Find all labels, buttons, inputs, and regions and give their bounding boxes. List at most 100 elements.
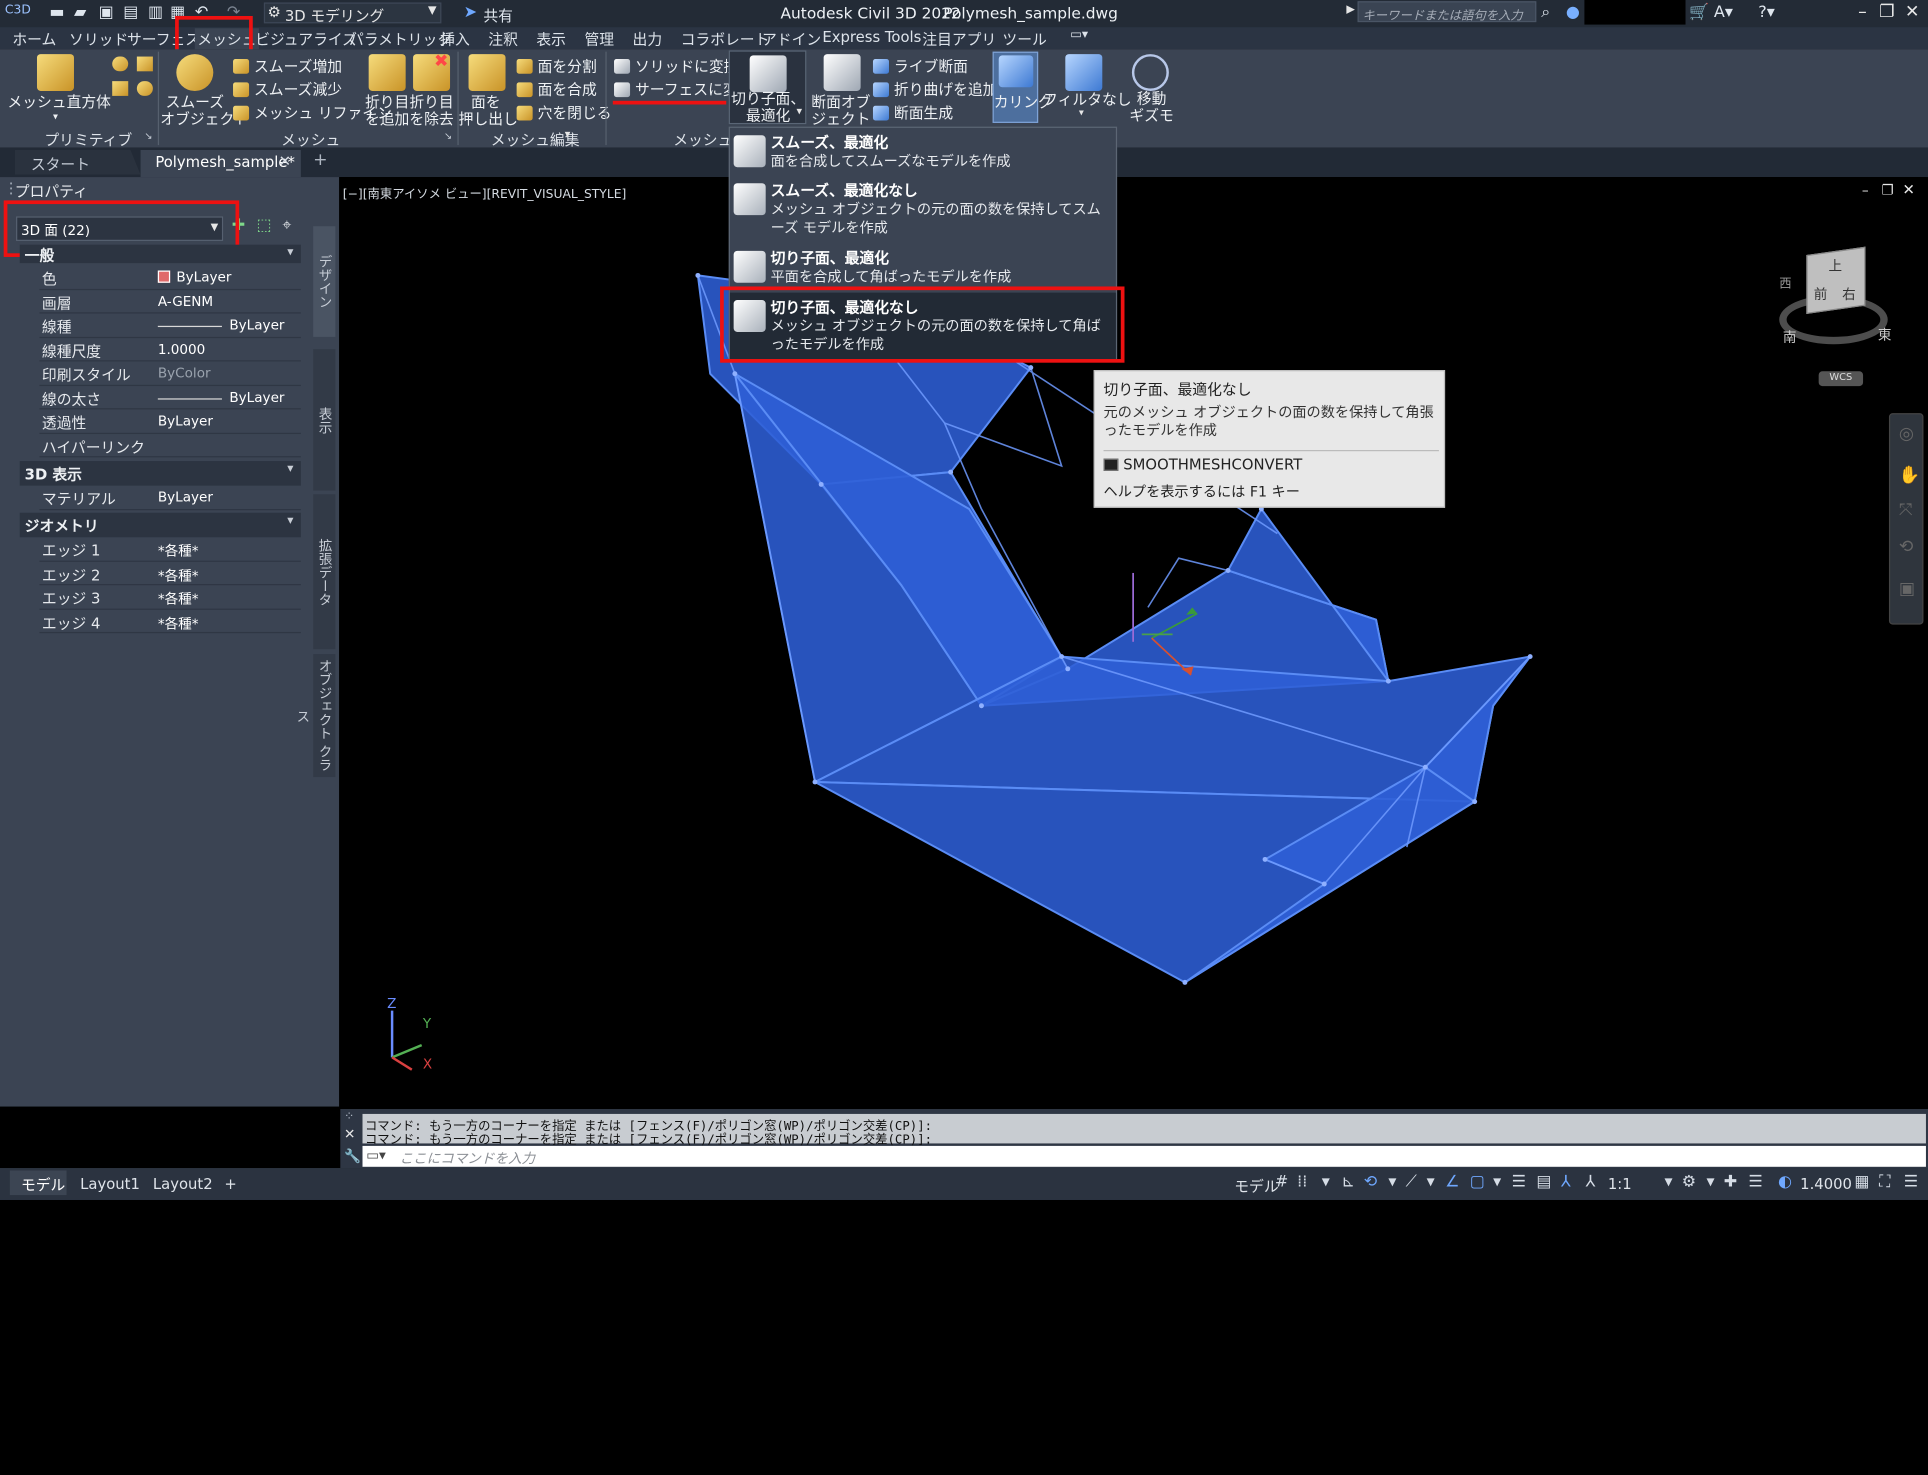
chevron-down-icon[interactable]: ▾ [1665,1173,1673,1191]
customize-icon[interactable]: 🔧 [344,1148,361,1164]
search-input[interactable]: キーワードまたは語句を入力 [1357,1,1537,23]
grip-icon[interactable]: ⁘ [344,1110,354,1124]
customize-menu-icon[interactable]: ☰ [1904,1173,1918,1191]
help-icon[interactable]: ?▾ [1758,4,1775,24]
prop-row-linetype[interactable]: 線種 ByLayer [39,314,301,338]
showmotion-icon[interactable]: ▣ [1899,579,1915,599]
fullscreen-icon[interactable]: ⛶ [1879,1173,1890,1191]
viewcube-top-label[interactable]: 上 [1829,256,1843,276]
side-tab-display[interactable]: 表示 [313,349,336,491]
prop-row-material[interactable]: マテリアル ByLayer [39,486,301,510]
section-plane-icon[interactable] [823,54,861,91]
ortho-icon[interactable]: ⊾ [1342,1173,1355,1191]
faceted-optimized-split-button[interactable]: 切り子面、 最適化 ▾ [728,50,807,125]
tab-insert[interactable]: 挿入 [438,28,473,49]
orbit-icon[interactable]: ⟲ [1899,537,1913,557]
filter-icon[interactable] [1065,54,1103,91]
tab-express-tools[interactable]: Express Tools [820,28,924,49]
drawing-viewport[interactable]: [−][南東アイソメ ビュー][REVIT_VISUAL_STYLE] – ❐ … [340,177,1926,1110]
autodesk-a-icon[interactable]: A▾ [1714,4,1733,24]
chevron-down-icon[interactable]: ▾ [565,129,571,141]
add-layout-icon[interactable]: + [224,1175,236,1192]
convert-to-solid-button[interactable]: ソリッドに変換 [614,55,739,76]
prop-row-color[interactable]: 色 ByLayer [39,266,301,290]
chevron-down-icon[interactable]: ▾ [1388,1173,1396,1191]
tab-manage[interactable]: 管理 [582,28,617,49]
save-as-icon[interactable]: ▤ [123,4,138,24]
ribbon-options-icon[interactable]: ▭▾ [1068,28,1091,49]
smooth-object-button[interactable]: スムーズ オブジェクト [160,93,249,127]
tab-layout2[interactable]: Layout2 [153,1175,213,1192]
tab-addins[interactable]: アドイン [760,28,824,49]
tab-view[interactable]: 表示 [534,28,569,49]
viewcube-east-label[interactable]: 東 [1878,325,1892,345]
viewcube-south-label[interactable]: 南 [1783,327,1797,347]
extrude-face-icon[interactable] [468,54,506,91]
user-icon[interactable]: ● [1566,4,1580,24]
section-general[interactable]: 一般 ▾ [19,244,301,264]
side-tab-extended-data[interactable]: 拡張データ [313,494,336,650]
units-icon[interactable]: ☰ [1748,1173,1762,1191]
menu-item-smooth-optimized[interactable]: スムーズ、最適化 面を合成してスムーズなモデルを作成 [730,128,1116,175]
prop-row-edge-1[interactable]: エッジ 1 *各種* [39,537,301,562]
prop-row-edge-2[interactable]: エッジ 2 *各種* [39,561,301,586]
new-tab-icon[interactable]: + [313,150,327,170]
tab-featured-apps[interactable]: 注目アプリ [920,28,999,49]
extrude-face-button[interactable]: 面を 押し出し [459,93,518,127]
object-snap-tracking-icon[interactable]: ∠ [1445,1173,1459,1191]
export-icon[interactable]: ▥ [148,4,163,24]
app-logo[interactable]: C3D [5,4,31,24]
tab-model[interactable]: モデル [9,1170,67,1196]
quick-select-icon[interactable]: ⌖ [282,216,291,234]
auto-scale-icon[interactable]: ⅄ [1586,1173,1596,1191]
remove-crease-button[interactable]: 折り目 を除去 [404,93,458,127]
tab-collaborate[interactable]: コラボレート [678,28,772,49]
section-geometry[interactable]: ジオメトリ ▾ [19,512,301,538]
workspace-select[interactable]: ⚙ 3D モデリング ▼ [263,2,442,25]
prop-row-lineweight[interactable]: 線の太さ ByLayer [39,385,301,410]
prop-row-edge-4[interactable]: エッジ 4 *各種* [39,609,301,634]
mesh-box-icon[interactable] [36,54,74,91]
move-gizmo-icon[interactable] [1131,54,1169,91]
generate-section-button[interactable]: 断面生成 [872,102,953,123]
search-icon[interactable]: ⌕ [1541,4,1550,24]
side-tab-design[interactable]: デザイン [313,226,336,337]
restore-icon[interactable]: ❐ [1879,2,1894,22]
grid-icon[interactable]: # [1275,1173,1288,1191]
tab-start[interactable]: スタート [14,149,141,175]
workspace-gear-icon[interactable]: ⚙ [1682,1173,1696,1191]
panel-expand-icon[interactable]: ↘ [144,130,152,141]
prop-row-plot-style[interactable]: 印刷スタイル ByColor [39,361,301,386]
chevron-down-icon[interactable]: ▾ [1427,1173,1435,1191]
tab-visualize[interactable]: ビジュアライズ [253,28,360,49]
annotation-visibility-icon[interactable]: ⅄ [1561,1173,1571,1191]
share-label[interactable]: 共有 [483,5,513,25]
share-icon[interactable]: ➤ [464,4,477,24]
new-file-icon[interactable]: ▬ [49,4,64,24]
menu-item-faceted-optimized[interactable]: 切り子面、最適化 平面を合成して角ばったモデルを作成 [730,243,1116,290]
open-icon[interactable]: ▰ [74,4,86,24]
tab-home[interactable]: ホーム [10,28,59,49]
steering-wheel-icon[interactable]: ◎ [1899,424,1914,444]
filter-none-button[interactable]: フィルタなし [1043,91,1131,108]
side-tab-object-class[interactable]: オブジェクト クラス [295,654,336,778]
chevron-right-icon[interactable]: ▶ [1346,4,1355,16]
chevron-down-icon[interactable]: ▾ [1706,1173,1714,1191]
prop-row-hyperlink[interactable]: ハイパーリンク [39,433,301,458]
polar-icon[interactable]: ⟲ [1364,1173,1377,1191]
mesh-cylinder-icon[interactable] [136,56,153,72]
prop-row-edge-3[interactable]: エッジ 3 *各種* [39,585,301,610]
viewcube[interactable]: 上 前 右 南 東 西 [1777,239,1894,350]
section-plane-button[interactable]: 断面オブ ジェクト [809,93,873,127]
save-icon[interactable]: ▣ [99,4,114,24]
viewcube-front-label[interactable]: 前 [1814,284,1828,304]
tab-layout1[interactable]: Layout1 [80,1175,140,1192]
status-model-toggle[interactable]: モデル [1234,1175,1278,1196]
move-gizmo-button[interactable]: 移動 ギズモ [1124,90,1178,124]
live-section-button[interactable]: ライブ断面 [872,55,968,76]
mesh-cone-icon[interactable] [112,56,129,72]
tab-tools[interactable]: ツール [1000,28,1049,49]
chevron-down-icon[interactable]: ▾ [1493,1173,1501,1191]
close-commandline-icon[interactable]: ✕ [344,1126,355,1142]
minimize-icon[interactable]: – [1858,2,1867,22]
